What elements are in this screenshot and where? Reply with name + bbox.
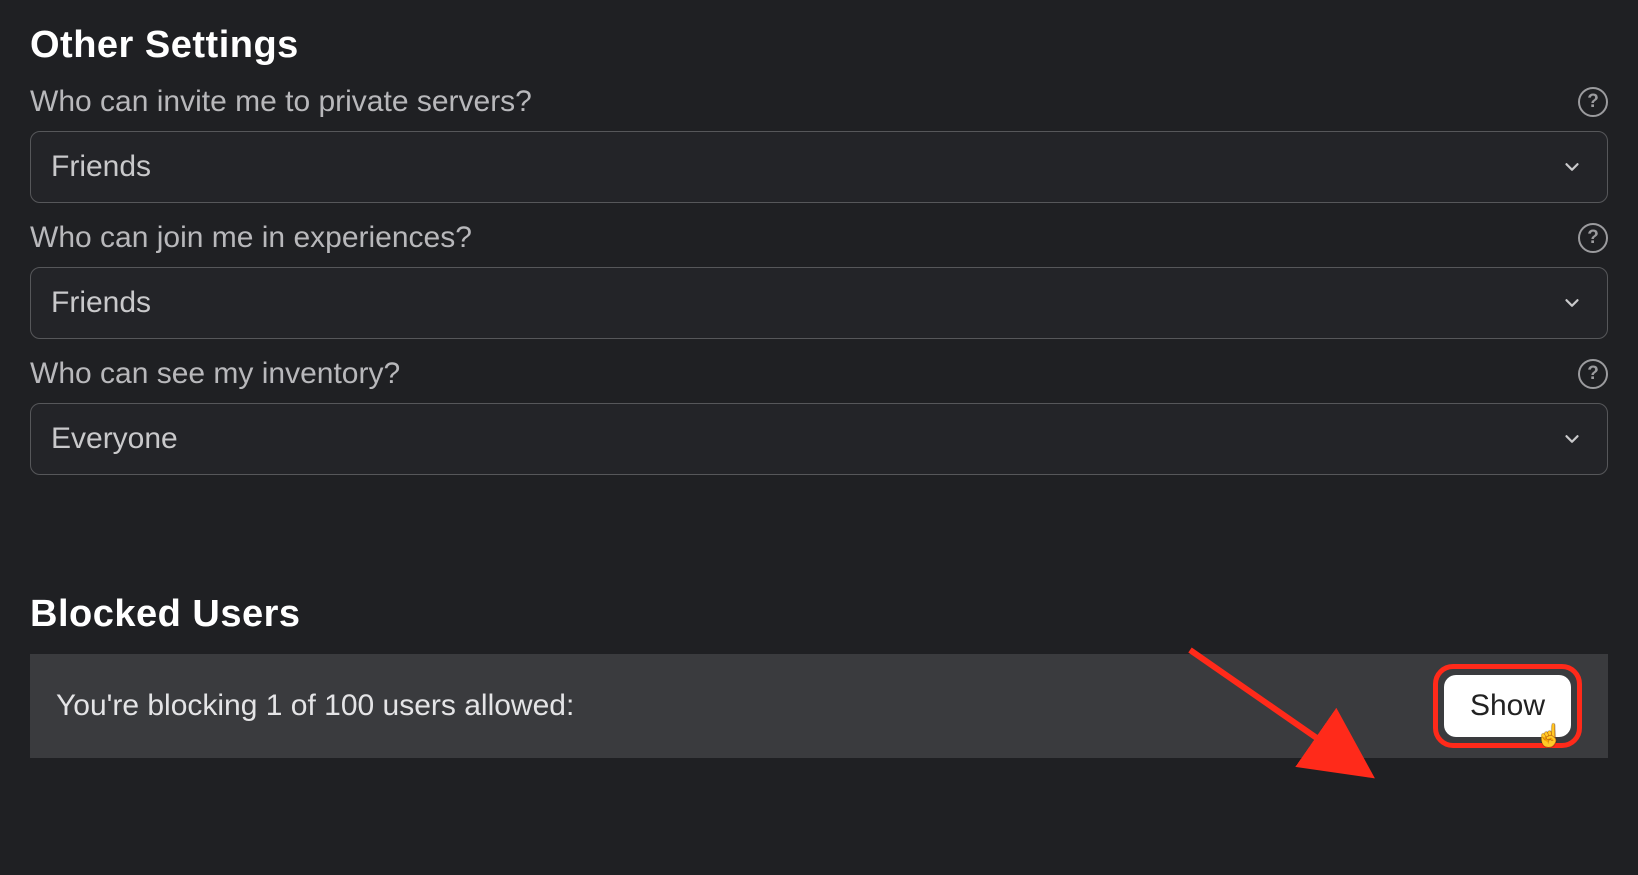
blocked-users-title: Blocked Users [30,593,1608,636]
blocked-users-status: You're blocking 1 of 100 users allowed: [56,689,574,723]
setting-join-experiences: Who can join me in experiences? ? Friend… [30,221,1608,339]
chevron-down-icon [1561,156,1583,178]
setting-inventory: Who can see my inventory? ? Everyone [30,357,1608,475]
help-icon[interactable]: ? [1578,87,1608,117]
blocked-users-bar: You're blocking 1 of 100 users allowed: … [30,654,1608,758]
select-value: Friends [51,286,151,320]
select-join-experiences[interactable]: Friends [30,267,1608,339]
show-button[interactable]: Show [1444,675,1571,737]
setting-label: Who can invite me to private servers? [30,85,532,119]
select-value: Friends [51,150,151,184]
select-value: Everyone [51,422,178,456]
setting-label: Who can join me in experiences? [30,221,472,255]
chevron-down-icon [1561,292,1583,314]
show-button-highlight: Show ☝ [1433,664,1582,748]
chevron-down-icon [1561,428,1583,450]
setting-label: Who can see my inventory? [30,357,400,391]
select-private-servers[interactable]: Friends [30,131,1608,203]
help-icon[interactable]: ? [1578,223,1608,253]
setting-private-servers: Who can invite me to private servers? ? … [30,85,1608,203]
other-settings-title: Other Settings [30,24,1608,67]
select-inventory[interactable]: Everyone [30,403,1608,475]
help-icon[interactable]: ? [1578,359,1608,389]
